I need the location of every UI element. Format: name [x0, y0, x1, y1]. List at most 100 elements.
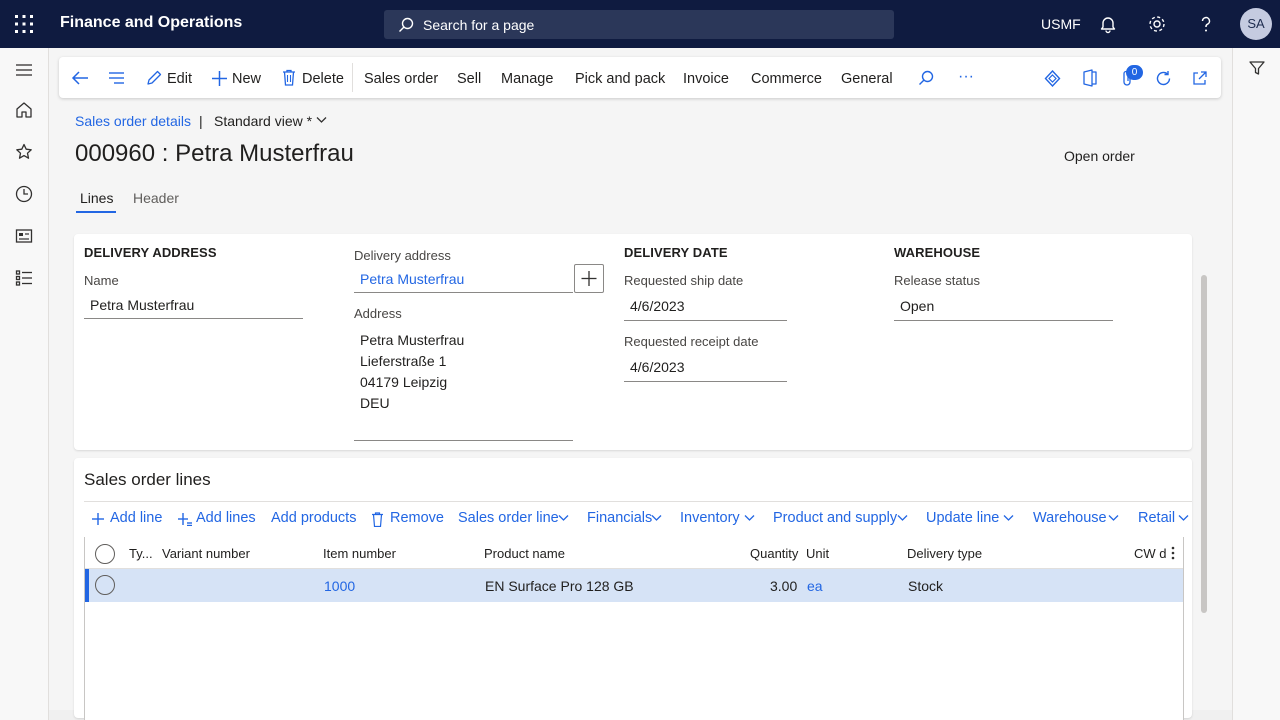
ship-date-underline: [624, 320, 787, 321]
search-icon: [398, 17, 414, 33]
cell-unit-link[interactable]: ea: [807, 578, 823, 594]
column-header-unit[interactable]: Unit: [806, 546, 829, 561]
help-icon[interactable]: [1196, 14, 1216, 34]
tab-commerce[interactable]: Commerce: [751, 71, 822, 87]
search-placeholder: Search for a page: [423, 17, 535, 33]
cell-product-name: EN Surface Pro 128 GB: [485, 578, 634, 594]
address-line: Lieferstraße 1: [360, 353, 447, 369]
gear-icon[interactable]: [1147, 14, 1167, 34]
app-title[interactable]: Finance and Operations: [60, 14, 242, 32]
page-scrollbar[interactable]: [1201, 275, 1207, 613]
power-apps-icon[interactable]: [1044, 70, 1061, 87]
row-select-checkbox[interactable]: [95, 575, 115, 595]
release-status-underline: [894, 320, 1113, 321]
column-header-product-name[interactable]: Product name: [484, 546, 565, 561]
sales-order-line-menu[interactable]: Sales order line: [458, 510, 559, 526]
release-status-field[interactable]: Open: [894, 298, 934, 314]
financials-menu[interactable]: Financials: [587, 510, 652, 526]
right-rail: [1232, 48, 1280, 720]
hamburger-icon[interactable]: [15, 61, 33, 79]
home-icon[interactable]: [15, 101, 33, 119]
delete-button[interactable]: Delete: [302, 71, 344, 87]
active-tab-indicator: [76, 211, 116, 213]
delivery-address-field[interactable]: Petra Musterfrau: [354, 271, 464, 287]
select-all-checkbox[interactable]: [95, 544, 115, 564]
add-lines-button[interactable]: Add lines: [196, 510, 256, 526]
breadcrumb-separator: |: [199, 113, 203, 129]
receipt-date-underline: [624, 381, 787, 382]
column-header-variant-number[interactable]: Variant number: [162, 546, 250, 561]
chevron-down-icon: [1178, 514, 1189, 522]
search-icon[interactable]: [918, 70, 934, 86]
page-search-box[interactable]: Search for a page: [384, 10, 894, 39]
retail-menu[interactable]: Retail: [1138, 510, 1175, 526]
clock-icon[interactable]: [15, 185, 33, 203]
requested-receipt-date-field[interactable]: 4/6/2023: [624, 359, 685, 375]
tab-pick-and-pack[interactable]: Pick and pack: [575, 71, 665, 87]
tab-invoice[interactable]: Invoice: [683, 71, 729, 87]
inventory-menu[interactable]: Inventory: [680, 510, 740, 526]
update-line-menu[interactable]: Update line: [926, 510, 999, 526]
warehouse-menu[interactable]: Warehouse: [1033, 510, 1107, 526]
edit-pencil-icon: [146, 70, 162, 86]
workspaces-icon[interactable]: [15, 227, 33, 245]
tab-manage[interactable]: Manage: [501, 71, 553, 87]
sales-lines-grid: [84, 537, 1184, 720]
name-field[interactable]: Petra Musterfrau: [84, 297, 194, 313]
warehouse-heading: WAREHOUSE: [894, 245, 981, 260]
new-button[interactable]: New: [232, 71, 261, 87]
lines-divider: [84, 501, 1192, 502]
refresh-icon[interactable]: [1155, 70, 1172, 87]
chevron-down-icon: [744, 514, 755, 522]
add-address-button[interactable]: [574, 264, 604, 293]
chevron-down-icon: [1108, 514, 1119, 522]
plus-icon: [581, 271, 597, 286]
tab-sell[interactable]: Sell: [457, 71, 481, 87]
company-picker[interactable]: USMF: [1041, 16, 1081, 32]
trash-icon: [371, 512, 384, 527]
star-icon[interactable]: [15, 143, 33, 161]
filter-icon[interactable]: [1249, 60, 1265, 76]
bell-icon[interactable]: [1098, 14, 1118, 34]
column-header-delivery-type[interactable]: Delivery type: [907, 546, 982, 561]
toolbar-divider: [352, 63, 353, 92]
view-selector[interactable]: Standard view *: [214, 113, 312, 129]
attachment-count-badge: 0: [1126, 65, 1143, 80]
cell-delivery-type: Stock: [908, 578, 944, 594]
address-line: DEU: [360, 395, 390, 411]
column-header-type[interactable]: Ty...: [129, 546, 153, 561]
tab-sales-order[interactable]: Sales order: [364, 71, 438, 87]
more-options-button[interactable]: ···: [958, 68, 974, 86]
status-badge: Open order: [1064, 148, 1135, 164]
app-launcher-icon[interactable]: [14, 14, 34, 34]
tab-lines[interactable]: Lines: [80, 190, 113, 206]
add-products-button[interactable]: Add products: [271, 510, 356, 526]
cell-item-number-link[interactable]: 1000: [324, 578, 355, 594]
office-icon[interactable]: [1083, 69, 1097, 87]
tab-general[interactable]: General: [841, 71, 893, 87]
chevron-down-icon: [897, 514, 908, 522]
cell-quantity: 3.00: [770, 578, 798, 594]
modules-list-icon[interactable]: [15, 269, 33, 287]
product-and-supply-menu[interactable]: Product and supply: [773, 510, 897, 526]
remove-button[interactable]: Remove: [390, 510, 444, 526]
breadcrumb[interactable]: Sales order details: [75, 113, 191, 129]
add-line-button[interactable]: Add line: [110, 510, 162, 526]
action-pane-menu-icon[interactable]: [108, 71, 125, 85]
table-row[interactable]: [85, 569, 1183, 602]
avatar[interactable]: SA: [1240, 8, 1272, 40]
address-label: Address: [354, 306, 402, 321]
column-header-cw-deliver[interactable]: CW d: [1134, 546, 1167, 561]
back-arrow-icon[interactable]: [71, 70, 89, 86]
edit-button[interactable]: Edit: [167, 71, 192, 87]
top-bar: Finance and Operations Search for a page…: [0, 0, 1280, 48]
column-header-item-number[interactable]: Item number: [323, 546, 396, 561]
requested-receipt-date-label: Requested receipt date: [624, 334, 759, 349]
column-header-quantity[interactable]: Quantity: [750, 546, 798, 561]
chevron-down-icon[interactable]: [316, 116, 327, 124]
plus-icon: [91, 512, 105, 526]
tab-header[interactable]: Header: [133, 190, 179, 206]
requested-ship-date-field[interactable]: 4/6/2023: [624, 298, 685, 314]
open-in-new-window-icon[interactable]: [1192, 70, 1208, 86]
column-options-icon[interactable]: [1171, 546, 1175, 560]
